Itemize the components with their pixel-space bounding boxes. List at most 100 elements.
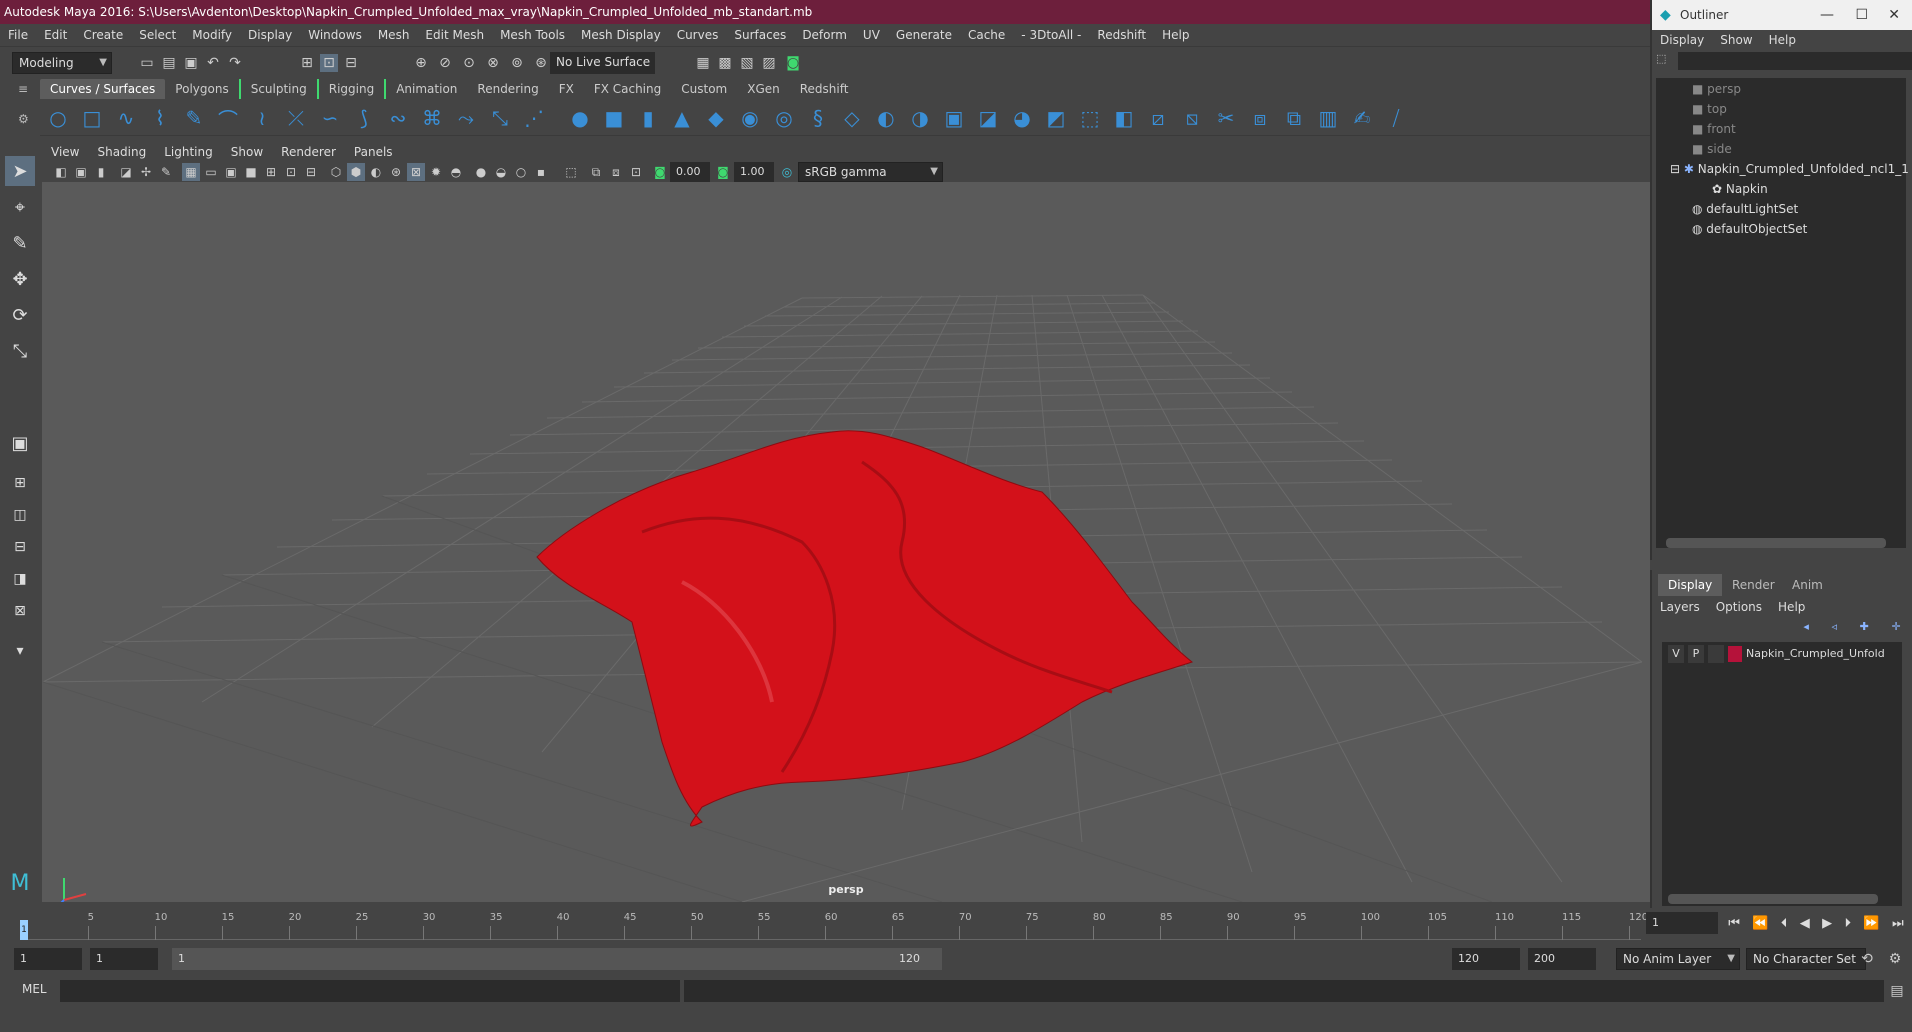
layer-menu-help[interactable]: Help (1770, 600, 1813, 614)
camera-lock-icon[interactable]: ▣ (72, 163, 90, 181)
redo-icon[interactable]: ↷ (226, 54, 244, 72)
gamma-icon[interactable]: ◙ (714, 163, 732, 181)
bookmark-icon[interactable]: ▮ (92, 163, 110, 181)
napkin-mesh[interactable] (536, 430, 1194, 827)
save-scene-icon[interactable]: ▣ (182, 54, 200, 72)
rebuild-curve-icon[interactable]: ⤳ (452, 105, 480, 131)
live-surface-field[interactable]: No Live Surface (550, 52, 655, 74)
live-surface-icon[interactable]: ⊛ (532, 54, 550, 72)
step-forward-frame-icon[interactable]: ⏵ (1845, 916, 1852, 931)
menu-mesh-display[interactable]: Mesh Display (573, 28, 669, 42)
safe-action-icon[interactable]: ⊡ (282, 163, 300, 181)
shelf-settings-icon[interactable]: ⚙ (18, 112, 32, 132)
panel-menu-shading[interactable]: Shading (88, 145, 155, 159)
layer-name[interactable]: Napkin_Crumpled_Unfold (1746, 644, 1885, 664)
cv-curve-icon[interactable]: ∿ (112, 105, 140, 131)
menu-file[interactable]: File (0, 28, 36, 42)
outliner-item-persp[interactable]: ■ persp (1692, 82, 1741, 96)
hypershade-icon[interactable]: ▨ (760, 54, 778, 72)
anti-aliasing-icon[interactable]: ○ (512, 163, 530, 181)
open-scene-icon[interactable]: ▤ (160, 54, 178, 72)
menu-curves[interactable]: Curves (669, 28, 727, 42)
outliner-item-default-light-set[interactable]: ◍ defaultLightSet (1692, 202, 1798, 216)
menu-create[interactable]: Create (75, 28, 131, 42)
step-forward-key-icon[interactable]: ⏩ (1863, 916, 1879, 931)
attach-surfaces-icon[interactable]: ⧈ (1246, 105, 1274, 131)
xray-active-icon[interactable]: ⧈ (607, 163, 625, 181)
menu-display[interactable]: Display (240, 28, 300, 42)
layer-row[interactable]: V P Napkin_Crumpled_Unfold (1666, 644, 1902, 664)
current-frame-field[interactable]: 1 (1646, 912, 1718, 934)
undo-icon[interactable]: ↶ (204, 54, 222, 72)
motion-blur-icon[interactable]: ◒ (492, 163, 510, 181)
end-time-field[interactable]: 200 (1528, 948, 1596, 970)
select-hierarchy-icon[interactable]: ⊞ (298, 54, 316, 72)
panel-menu-lighting[interactable]: Lighting (155, 145, 222, 159)
single-view-icon[interactable]: ▣ (5, 428, 35, 458)
snap-surface-icon[interactable]: ⊚ (508, 54, 526, 72)
shelf-tab-curves-surfaces[interactable]: Curves / Surfaces (40, 79, 166, 99)
shelf-tab-sculpting[interactable]: Sculpting (238, 79, 319, 99)
shadows-icon[interactable]: ◓ (447, 163, 465, 181)
render-frame-icon[interactable]: ▩ (716, 54, 734, 72)
menu-deform[interactable]: Deform (794, 28, 855, 42)
move-layer-up-icon[interactable]: ◂ (1803, 620, 1809, 640)
pencil-curve-icon[interactable]: ✎ (180, 105, 208, 131)
smooth-shade-icon[interactable]: ⬢ (347, 163, 365, 181)
start-time-field[interactable]: 1 (14, 948, 82, 970)
render-view-icon[interactable]: ◙ (784, 54, 802, 72)
menu-3dtoall[interactable]: - 3DtoAll - (1013, 28, 1089, 42)
layer-menu-layers[interactable]: Layers (1652, 600, 1708, 614)
layer-type-toggle[interactable] (1708, 645, 1724, 663)
menu-redshift[interactable]: Redshift (1089, 28, 1154, 42)
curve-edit-icon[interactable]: ⋰ (520, 105, 548, 131)
select-tool-icon[interactable]: ➤ (5, 156, 35, 186)
persp-graph-icon[interactable]: ⊟ (5, 532, 35, 562)
surface-fillet-icon[interactable]: ⬚ (1076, 105, 1104, 131)
outliner-menu-help[interactable]: Help (1761, 33, 1804, 47)
go-to-end-icon[interactable]: ⏭ (1892, 916, 1904, 931)
detach-curves-icon[interactable]: ∽ (316, 105, 344, 131)
play-back-icon[interactable]: ◀ (1800, 916, 1810, 931)
add-points-icon[interactable]: ⤡ (486, 105, 514, 131)
snap-point-icon[interactable]: ⊙ (460, 54, 478, 72)
maximize-icon[interactable]: ☐ (1855, 0, 1868, 30)
range-slider[interactable]: 1 120 (172, 948, 942, 970)
hypershade-layout-icon[interactable]: ⊠ (5, 596, 35, 626)
filter-icon[interactable]: ⬚ (1656, 52, 1672, 70)
outliner-item-napkin[interactable]: ✿ Napkin (1712, 182, 1768, 196)
intersect-icon[interactable]: ◧ (1110, 105, 1138, 131)
auto-key-icon[interactable]: ⟲ (1858, 950, 1876, 968)
select-object-icon[interactable]: ⊡ (320, 54, 338, 72)
shelf-tab-fx[interactable]: FX (549, 79, 584, 99)
color-space-dropdown[interactable]: sRGB gamma ▼ (798, 162, 943, 182)
bezier-curve-icon[interactable]: ≀ (248, 105, 276, 131)
two-d-pan-icon[interactable]: ✢ (137, 163, 155, 181)
menu-mesh-tools[interactable]: Mesh Tools (492, 28, 573, 42)
layout-menu-icon[interactable]: ▾ (5, 636, 35, 666)
menu-windows[interactable]: Windows (300, 28, 370, 42)
menu-help[interactable]: Help (1154, 28, 1197, 42)
rotate-tool-icon[interactable]: ⟳ (5, 300, 35, 330)
panel-menu-renderer[interactable]: Renderer (272, 145, 345, 159)
render-settings-icon[interactable]: ▦ (694, 54, 712, 72)
grease-pencil-icon[interactable]: ✎ (157, 163, 175, 181)
resolution-gate-icon[interactable]: ▣ (222, 163, 240, 181)
snap-grid-icon[interactable]: ⊕ (412, 54, 430, 72)
menu-surfaces[interactable]: Surfaces (726, 28, 794, 42)
outliner-persp-icon[interactable]: ◨ (5, 564, 35, 594)
layer-color-swatch[interactable] (1728, 646, 1742, 662)
nurbs-cylinder-icon[interactable]: ▮ (634, 105, 662, 131)
mode-dropdown[interactable]: Modeling ▼ (12, 52, 112, 74)
square-surface-icon[interactable]: ◪ (974, 105, 1002, 131)
anim-preferences-icon[interactable]: ⚙ (1886, 950, 1904, 968)
layer-list[interactable]: V P Napkin_Crumpled_Unfold (1662, 642, 1902, 906)
boundary-icon[interactable]: ▣ (940, 105, 968, 131)
layer-horizontal-scrollbar[interactable] (1668, 894, 1878, 904)
isolate-select-icon[interactable]: ⬚ (562, 163, 580, 181)
gate-mask-icon[interactable]: ■ (242, 163, 260, 181)
attach-curves-icon[interactable]: ⤫ (282, 105, 310, 131)
script-editor-icon[interactable]: ▤ (1888, 982, 1906, 1000)
nurbs-cone-icon[interactable]: ▲ (668, 105, 696, 131)
layer-playback-toggle[interactable]: P (1688, 645, 1704, 663)
